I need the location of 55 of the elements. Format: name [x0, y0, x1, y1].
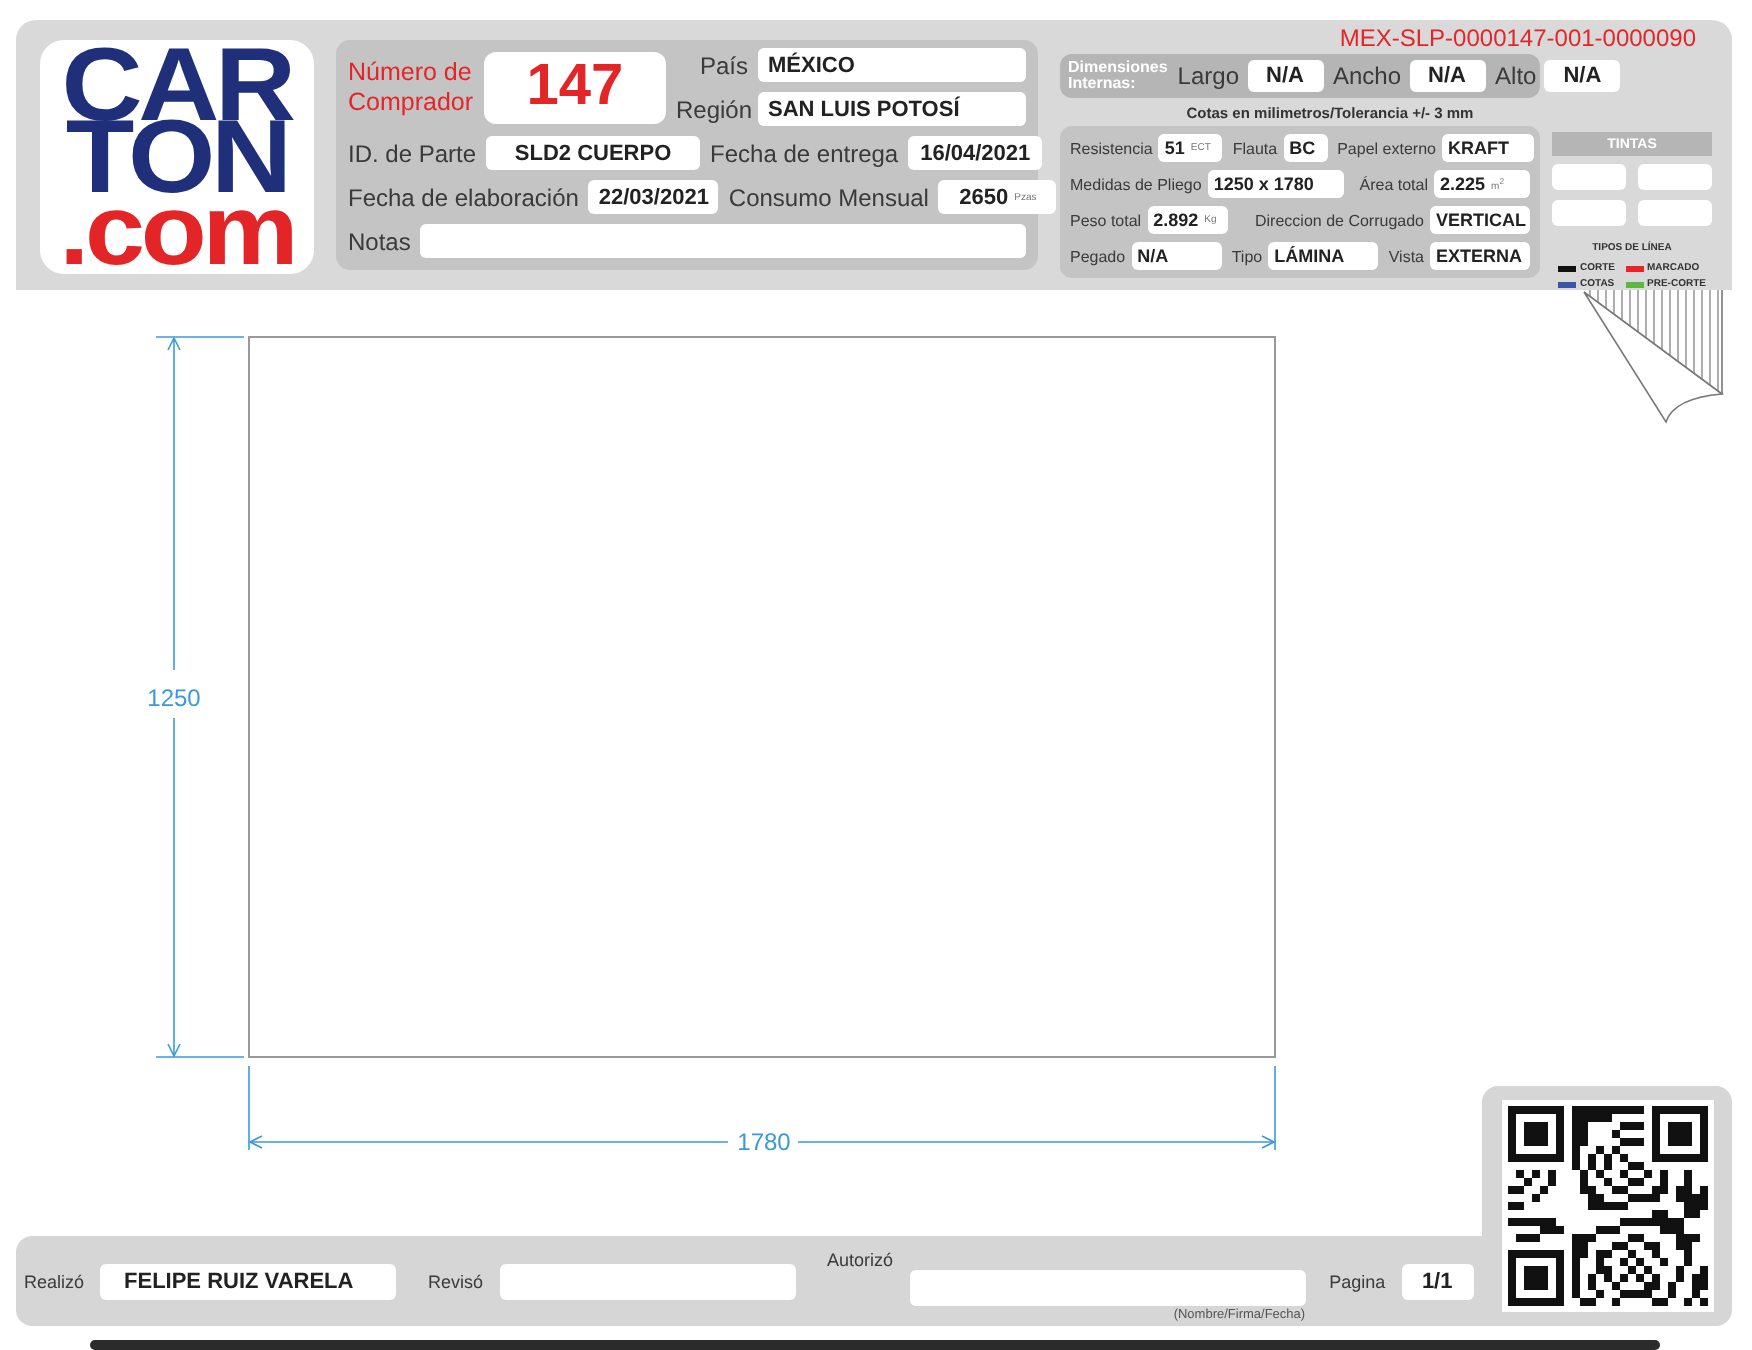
value-field: KRAFT: [1441, 134, 1534, 162]
value-field: FELIPE RUIZ VARELA: [100, 1263, 397, 1299]
field-label: Direccion de Corrugado: [1255, 211, 1424, 229]
ink-field: [1638, 164, 1712, 190]
value-field: SLD2 CUERPO: [486, 136, 701, 170]
buyer-number: 147: [483, 51, 666, 123]
field-label: Pegado: [1070, 247, 1126, 265]
value-field: LÁMINA: [1268, 242, 1379, 270]
field-label: ID. de Parte: [348, 139, 477, 167]
value-field: N/A: [1131, 242, 1222, 270]
document-code: MEX-SLP-0000147-001-0000090: [1339, 24, 1698, 54]
field-label: Medidas de Pliego: [1070, 175, 1202, 193]
field-label: Papel externo: [1337, 139, 1436, 157]
dimension-label: 1250: [147, 684, 201, 712]
dimension-label: 1780: [737, 1128, 791, 1156]
value-field: 1250 x 1780: [1207, 170, 1344, 198]
ink-field: [1638, 200, 1712, 226]
page-field: 1/1: [1401, 1263, 1474, 1299]
field-label: País: [697, 51, 748, 79]
field-label: Largo: [1177, 62, 1239, 90]
dimensions-title: Dimensiones Internas:: [1068, 60, 1168, 92]
field-label: Área total: [1359, 175, 1428, 193]
value-field: EXTERNA: [1430, 242, 1530, 270]
value-field: N/A: [1409, 60, 1486, 92]
value-field: SAN LUIS POTOSÍ: [758, 92, 1026, 126]
page-curl-icon: [1582, 290, 1726, 426]
field-label: Realizó: [24, 1271, 85, 1291]
ink-field: [1552, 164, 1626, 190]
logo-text: TON: [65, 121, 289, 193]
field-label: Flauta: [1232, 139, 1278, 157]
field-label: Ancho: [1333, 62, 1402, 90]
value-field: 16/04/2021: [908, 136, 1043, 170]
field-label: Peso total: [1070, 211, 1142, 229]
field-label: Resistencia: [1070, 139, 1153, 157]
logo-text: .com: [59, 193, 295, 265]
field-label: Vista: [1388, 247, 1424, 265]
buyer-label: Número de Comprador: [348, 57, 474, 117]
field-label: Tipo: [1231, 247, 1263, 265]
ink-field: [1552, 200, 1626, 226]
field-label: Autorizó: [827, 1249, 894, 1269]
logo-text: CAR: [61, 49, 293, 121]
field-label: Pagina: [1329, 1271, 1386, 1291]
field-label: Fecha de entrega: [710, 139, 899, 167]
field-label: Fecha de elaboración: [348, 183, 579, 211]
value-field: 22/03/2021: [588, 180, 719, 214]
value-field: BC: [1283, 134, 1328, 162]
field-label: Región: [676, 95, 748, 123]
value-field: N/A: [1247, 60, 1323, 92]
value-field: N/A: [1544, 60, 1621, 92]
value-field: VERTICAL: [1430, 206, 1530, 234]
field-label: Notas: [348, 227, 411, 255]
field-label: Alto: [1495, 62, 1537, 90]
field-label: Consumo Mensual: [728, 183, 929, 211]
value-field: MÉXICO: [758, 48, 1026, 82]
field-label: Revisó: [428, 1271, 484, 1291]
